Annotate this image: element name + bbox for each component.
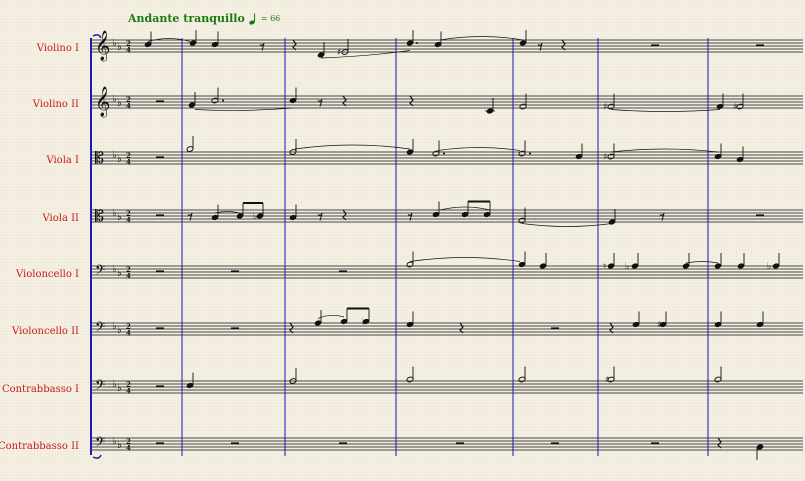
score-editor[interactable]: Andante tranquillo = 66 Violino I Violin… [0, 0, 805, 481]
sharp-icon: ♯ [605, 376, 609, 386]
quarter-rest[interactable] [342, 95, 347, 107]
eighth-rest[interactable] [259, 43, 265, 51]
slur [439, 36, 524, 41]
whole-rest[interactable] [756, 214, 764, 217]
flat-icon: ♭ [362, 318, 366, 328]
slur [409, 257, 521, 262]
flat-icon: ♭ [117, 98, 122, 109]
quarter-rest[interactable] [289, 322, 294, 334]
augmentation-dot [222, 99, 224, 102]
bass-clef-icon: 𝄢 [95, 434, 105, 453]
augmentation-dot [443, 152, 445, 155]
sharp-icon: ♯ [337, 48, 341, 58]
quarter-rest[interactable] [292, 39, 297, 51]
score-canvas[interactable]: 𝄞 ♭ ♭ 24𝄞 ♭ ♭ 24𝄡 ♭ ♭ 24𝄡 ♭ ♭ 24𝄢 ♭ ♭ 24𝄢 ♭ ♭ 24𝄢 ♭ ♭ 24𝄢 ♭ ♭ 24… [0, 0, 805, 481]
eighth-rest[interactable] [537, 43, 543, 51]
time-signature-denominator: 4 [126, 272, 131, 281]
sharp-icon: ♯ [603, 153, 607, 163]
half-rest[interactable] [156, 100, 164, 103]
slur [437, 147, 521, 151]
bass-clef-icon: 𝄢 [95, 262, 105, 281]
flat-icon: ♭ [767, 262, 771, 272]
sharp-icon: ♯ [603, 103, 607, 113]
quarter-rest[interactable] [561, 39, 566, 51]
slur [320, 50, 411, 59]
slur [317, 314, 345, 319]
flat-icon: ♭ [625, 262, 629, 272]
half-rest[interactable] [156, 385, 164, 388]
flat-icon: ♭ [117, 154, 122, 165]
flat-icon: ♭ [117, 325, 122, 336]
whole-rest[interactable] [651, 44, 659, 47]
half-rest[interactable] [339, 270, 347, 273]
time-signature-denominator: 4 [126, 158, 131, 167]
flat-icon: ♭ [117, 440, 122, 451]
time-signature-denominator: 4 [126, 444, 131, 453]
time-signature-denominator: 4 [126, 216, 131, 225]
slur [610, 109, 721, 112]
quarter-rest[interactable] [717, 437, 722, 449]
half-rest[interactable] [339, 442, 347, 445]
time-signature-denominator: 4 [126, 387, 131, 396]
quarter-rest[interactable] [609, 322, 614, 334]
flat-icon: ♭ [117, 383, 122, 394]
half-rest[interactable] [551, 327, 559, 330]
quarter-rest[interactable] [409, 95, 414, 107]
half-rest[interactable] [231, 327, 239, 330]
flat-icon: ♭ [117, 268, 122, 279]
bass-clef-icon: 𝄢 [95, 319, 105, 338]
slur [194, 107, 293, 111]
half-rest[interactable] [156, 270, 164, 273]
alto-clef-icon: 𝄡 [95, 148, 104, 167]
flat-icon: ♭ [117, 212, 122, 223]
treble-clef-icon: 𝄞 [95, 30, 110, 62]
system-bracket-bottom [92, 454, 102, 459]
time-signature-denominator: 4 [126, 329, 131, 338]
alto-clef-icon: 𝄡 [95, 206, 104, 225]
flat-icon: ♭ [117, 42, 122, 53]
half-rest[interactable] [156, 327, 164, 330]
slur [685, 261, 719, 264]
augmentation-dot [416, 42, 418, 44]
eighth-rest[interactable] [187, 213, 193, 221]
slur [439, 206, 491, 211]
half-rest[interactable] [156, 442, 164, 445]
natural-icon: ♮ [603, 262, 606, 272]
half-rest[interactable] [156, 214, 164, 217]
half-rest[interactable] [551, 442, 559, 445]
eighth-rest[interactable] [659, 213, 665, 221]
augmentation-dot [529, 152, 531, 155]
slur [294, 144, 411, 150]
half-rest[interactable] [651, 442, 659, 445]
flat-icon: ♭ [253, 212, 257, 222]
time-signature-denominator: 4 [126, 102, 131, 111]
time-signature-denominator: 4 [126, 46, 131, 55]
bass-clef-icon: 𝄢 [95, 377, 105, 396]
eighth-rest[interactable] [317, 213, 323, 221]
slur [610, 148, 719, 153]
eighth-rest[interactable] [317, 99, 323, 107]
half-rest[interactable] [231, 442, 239, 445]
half-rest[interactable] [456, 442, 464, 445]
whole-rest[interactable] [756, 44, 764, 47]
treble-clef-icon: 𝄞 [95, 86, 110, 118]
half-rest[interactable] [156, 156, 164, 159]
quarter-rest[interactable] [459, 322, 464, 334]
quarter-rest[interactable] [342, 209, 347, 221]
eighth-rest[interactable] [407, 213, 413, 221]
half-rest[interactable] [231, 270, 239, 273]
